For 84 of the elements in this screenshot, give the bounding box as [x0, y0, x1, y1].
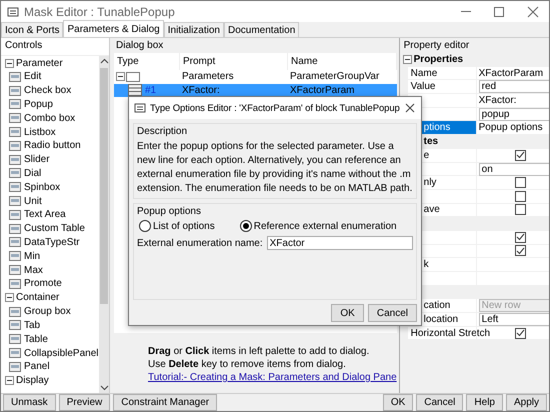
- field-label: External enumeration name:: [137, 238, 263, 248]
- group-label: Parameter: [16, 58, 63, 68]
- panel-title: Dialog box: [115, 39, 164, 53]
- tab[interactable]: Documentation: [224, 22, 300, 37]
- footer-button[interactable]: Unmask: [3, 394, 56, 411]
- table-cell-text: Parameters: [181, 71, 235, 82]
- dropdown[interactable]: red: [478, 80, 549, 94]
- property-label: nly: [424, 177, 436, 188]
- footer-button[interactable]: Constraint Manager: [113, 394, 218, 411]
- palette-item[interactable]: Listbox: [5, 125, 99, 139]
- table-cell-text: XFactorParam: [289, 84, 356, 96]
- footer-button[interactable]: Help: [466, 394, 503, 411]
- tree-node[interactable]: Parameter: [5, 56, 99, 70]
- dropdown[interactable]: on: [478, 162, 549, 176]
- palette-item[interactable]: Promote: [5, 276, 99, 291]
- window-title: Mask Editor : TunablePopup: [24, 4, 175, 18]
- palette-item[interactable]: Min: [5, 249, 99, 264]
- dropdown[interactable]: popup: [478, 108, 549, 121]
- palette-item[interactable]: Unit: [5, 194, 99, 208]
- palette-item[interactable]: Check box: [5, 84, 99, 98]
- palette-item[interactable]: Spinbox: [5, 180, 99, 194]
- tutorial-link[interactable]: Tutorial:- Creating a Mask: Parameters and Dialog Pane: [148, 371, 397, 384]
- footer-button[interactable]: OK: [382, 394, 414, 411]
- property-label: cation: [424, 300, 450, 312]
- radio-button[interactable]: Reference external enumeration: [240, 220, 397, 232]
- tree-node[interactable]: Container: [5, 290, 99, 305]
- table-cell-text: XFactor:: [181, 84, 221, 96]
- property-label: Horizontal Stretch: [410, 328, 490, 339]
- column-header[interactable]: Prompt: [180, 53, 288, 70]
- radio-button[interactable]: List of options: [139, 220, 215, 232]
- instruction-text: Use Delete key to remove items from dialog.: [148, 358, 347, 371]
- property-label: Value: [410, 81, 436, 92]
- column-header[interactable]: Type: [114, 53, 180, 70]
- palette-item[interactable]: Dial: [5, 166, 99, 180]
- footer-button[interactable]: Cancel: [416, 394, 464, 411]
- property-label: e: [424, 150, 430, 161]
- dialog-button[interactable]: Cancel: [368, 304, 417, 322]
- instruction-text: Drag or Click items in left palette to add to dialog.: [148, 345, 370, 358]
- tab[interactable]: Icon & Ports: [1, 22, 64, 37]
- palette-item[interactable]: Slider: [5, 152, 99, 167]
- property-label: Name: [410, 68, 438, 79]
- palette-item[interactable]: Combo box: [5, 111, 99, 126]
- palette-item[interactable]: Edit: [5, 70, 99, 84]
- tab[interactable]: Parameters & Dialog: [63, 20, 164, 37]
- palette-item[interactable]: DataTypeStr: [5, 236, 99, 250]
- description-text: Enter the popup options for the selected parameter. Use a new line for each option. Alternatively, you can reference an external enumeration file by providing it's name without the .m extension. The enumeration file needs to be on MATLAB path.: [137, 140, 413, 196]
- property-label: k: [424, 259, 429, 270]
- palette-item[interactable]: Popup: [5, 98, 99, 112]
- footer-button[interactable]: Apply: [506, 394, 547, 411]
- section-title: tes: [424, 136, 438, 148]
- palette-item[interactable]: Max: [5, 263, 99, 277]
- text-field[interactable]: XFactor: [266, 236, 413, 250]
- palette-item[interactable]: Text Area: [5, 208, 99, 222]
- property-label: location: [424, 314, 458, 326]
- group-title: Description: [137, 126, 188, 137]
- table-cell-text: ParameterGroupVar: [289, 71, 380, 82]
- group-title: Popup options: [137, 206, 202, 217]
- panel-title: Controls: [5, 40, 42, 51]
- property-label: ptions: [424, 122, 450, 134]
- table-row[interactable]: #1 XFactor: XFactorParam: [114, 84, 397, 97]
- palette-item[interactable]: Table: [5, 332, 99, 346]
- tree-node[interactable]: Display: [5, 374, 99, 388]
- palette-item[interactable]: Custom Table: [5, 222, 99, 236]
- property-label: ave: [424, 204, 440, 216]
- footer-button[interactable]: Preview: [58, 394, 110, 411]
- property-value: Popup options: [478, 122, 543, 134]
- palette-item[interactable]: CollapsiblePanel: [5, 346, 99, 360]
- row-number: #1: [145, 84, 156, 96]
- palette-item[interactable]: Group box: [5, 304, 99, 319]
- dialog-title: Type Options Editor : 'XFactorParam' of block TunablePopup: [150, 102, 400, 114]
- palette-item[interactable]: Tab: [5, 318, 99, 332]
- dropdown[interactable]: Left: [478, 313, 549, 326]
- palette-item[interactable]: Panel: [5, 360, 99, 374]
- panel-title: Property editor: [402, 39, 470, 53]
- tab[interactable]: Initialization: [164, 22, 224, 37]
- property-value: XFactor:: [478, 94, 516, 106]
- property-value: XFactorParam: [478, 68, 544, 79]
- palette-item[interactable]: Radio button: [5, 138, 99, 153]
- group-label: Container: [16, 292, 60, 304]
- group-label: Display: [16, 375, 49, 386]
- section-title: Properties: [414, 54, 464, 66]
- column-header[interactable]: Name: [288, 53, 397, 70]
- dialog-button[interactable]: OK: [331, 304, 364, 322]
- table-row[interactable]: Parameters ParameterGroupVar: [114, 70, 397, 84]
